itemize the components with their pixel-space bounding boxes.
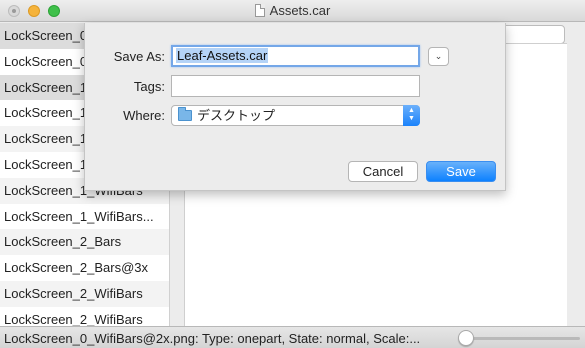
zoom-slider-track[interactable]: [462, 337, 580, 340]
save-as-label: Save As:: [113, 49, 165, 64]
chevron-down-icon: ⌄: [434, 51, 443, 61]
list-item[interactable]: LockScreen_2_Bars: [0, 229, 169, 256]
folder-icon: [178, 107, 192, 121]
where-popup-button[interactable]: デスクトップ ▲ ▼: [171, 105, 420, 126]
where-value: デスクトップ: [197, 108, 276, 123]
window-title-group: Assets.car: [0, 3, 585, 18]
document-icon: [254, 4, 265, 17]
where-label: Where:: [123, 108, 165, 123]
status-bar: LockScreen_0_WifiBars@2x.png: Type: onep…: [0, 326, 585, 348]
popup-arrows-icon: ▲ ▼: [403, 105, 420, 126]
status-text: LockScreen_0_WifiBars@2x.png: Type: onep…: [4, 331, 421, 346]
list-item[interactable]: LockScreen_2_Bars@3x: [0, 255, 169, 281]
search-field[interactable]: [501, 25, 565, 44]
save-button[interactable]: Save: [426, 161, 496, 182]
list-item[interactable]: LockScreen_2_WifiBars: [0, 280, 169, 307]
list-item[interactable]: LockScreen_2_WifiBars: [0, 307, 169, 326]
title-bar: Assets.car: [0, 0, 585, 22]
save-as-value: Leaf-Assets.car: [176, 48, 269, 63]
save-as-field[interactable]: Leaf-Assets.car: [171, 45, 420, 67]
tags-label: Tags:: [133, 79, 165, 94]
tags-field[interactable]: [171, 75, 420, 97]
cancel-button[interactable]: Cancel: [348, 161, 418, 182]
save-sheet: Save As: Leaf-Assets.car ⌄ Tags: Where: …: [84, 23, 506, 191]
zoom-slider-knob[interactable]: [458, 330, 474, 346]
list-item[interactable]: LockScreen_1_WifiBars...: [0, 204, 169, 230]
expand-dialog-button[interactable]: ⌄: [428, 47, 449, 66]
window-title: Assets.car: [269, 3, 331, 18]
